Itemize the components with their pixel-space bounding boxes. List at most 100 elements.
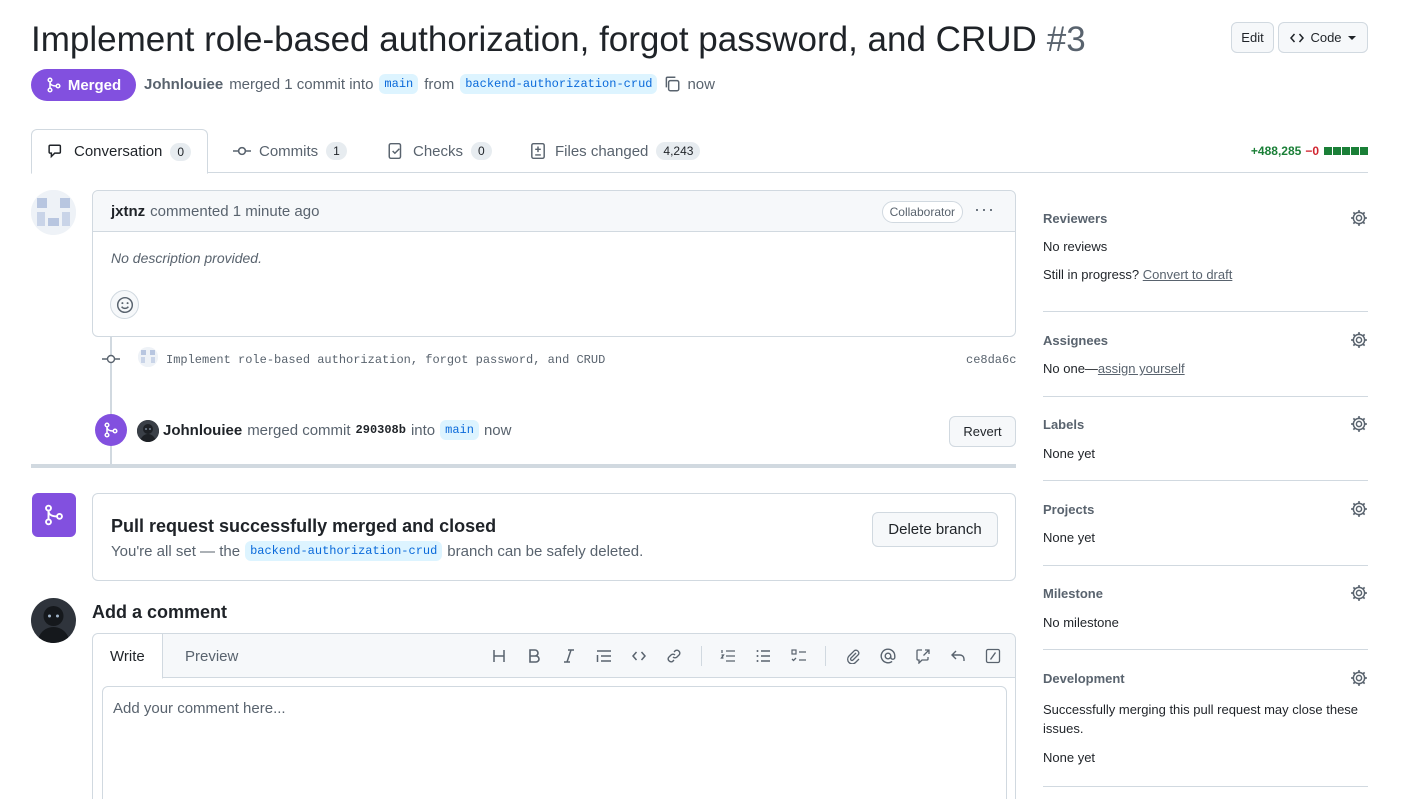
merge-status-title: Pull request successfully merged and clo… [111, 516, 497, 536]
avatar[interactable] [31, 190, 76, 235]
code-button[interactable]: Code [1278, 22, 1368, 53]
commit-icon [233, 146, 251, 156]
italic-icon[interactable] [557, 644, 581, 668]
tab-files-changed[interactable]: Files changed 4,243 [513, 129, 716, 173]
diffstat-bar [1323, 144, 1368, 158]
task-list-icon[interactable] [787, 644, 811, 668]
projects-heading[interactable]: Projects [1043, 502, 1368, 517]
add-reaction-button[interactable] [110, 290, 139, 319]
tab-checks[interactable]: Checks 0 [371, 129, 508, 173]
heading-icon[interactable] [487, 644, 511, 668]
gear-icon[interactable] [1350, 669, 1368, 687]
sidebar-labels: Labels None yet [1043, 415, 1368, 467]
commit-sha[interactable]: ce8da6c [966, 353, 1016, 367]
tab-preview[interactable]: Preview [168, 634, 255, 678]
bullet-list-icon[interactable] [751, 644, 775, 668]
comment-textarea[interactable]: Add your comment here... [102, 686, 1007, 799]
revert-button[interactable]: Revert [949, 416, 1016, 447]
tab-write[interactable]: Write [93, 634, 163, 679]
bold-icon[interactable] [522, 644, 546, 668]
reviewers-heading[interactable]: Reviewers [1043, 211, 1368, 226]
gear-icon[interactable] [1350, 500, 1368, 518]
timeline-divider [31, 464, 1016, 468]
merge-icon [47, 77, 61, 93]
copy-icon[interactable] [663, 75, 681, 93]
kebab-menu-icon[interactable]: ··· [974, 199, 995, 220]
comment-editor: Write Preview Add your comment here... [92, 633, 1016, 799]
link-icon[interactable] [662, 644, 686, 668]
delete-branch-button[interactable]: Delete branch [872, 512, 998, 547]
slash-command-icon[interactable] [981, 644, 1005, 668]
merge-icon [104, 422, 118, 438]
commit-author-avatar[interactable] [138, 347, 158, 367]
reviewers-value: No reviews [1043, 239, 1108, 254]
deletable-branch[interactable]: backend-authorization-crud [245, 541, 443, 561]
merge-target-branch[interactable]: main [440, 420, 479, 440]
milestone-value: No milestone [1043, 615, 1119, 630]
comment-author[interactable]: jxtnz [111, 203, 145, 220]
convert-to-draft-link[interactable]: Convert to draft [1143, 267, 1233, 282]
gear-icon[interactable] [1350, 584, 1368, 602]
comment-meta[interactable]: commented 1 minute ago [150, 203, 319, 220]
sidebar-divider [1043, 565, 1368, 566]
toolbar-divider [825, 646, 826, 666]
tab-conversation[interactable]: Conversation 0 [31, 129, 209, 174]
numbered-list-icon[interactable] [716, 644, 740, 668]
gear-icon[interactable] [1350, 209, 1368, 227]
base-branch[interactable]: main [379, 74, 419, 94]
sidebar-assignees: Assignees No one—assign yourself [1043, 331, 1368, 383]
page-title: Implement role-based authorization, forg… [31, 18, 1086, 62]
sidebar-development: Development Successfully merging this pu… [1043, 669, 1368, 771]
tab-commits[interactable]: Commits 1 [217, 129, 363, 173]
toolbar-divider [701, 646, 702, 666]
pr-number: #3 [1046, 20, 1086, 59]
development-heading[interactable]: Development [1043, 671, 1368, 686]
merge-summary: Johnlouiee merged 1 commit into main fro… [144, 74, 715, 94]
current-user-avatar[interactable] [31, 598, 76, 643]
head-branch[interactable]: backend-authorization-crud [460, 74, 658, 94]
commit-icon [102, 354, 120, 364]
author-link[interactable]: Johnlouiee [144, 76, 223, 93]
assignees-heading[interactable]: Assignees [1043, 333, 1368, 348]
merger-link[interactable]: Johnlouiee [163, 422, 242, 439]
sidebar-milestone: Milestone No milestone [1043, 584, 1368, 636]
sidebar-divider [1043, 649, 1368, 650]
merge-event-text: Johnlouiee merged commit 290308b into ma… [163, 420, 512, 440]
merge-commit-sha[interactable]: 290308b [356, 423, 406, 437]
milestone-heading[interactable]: Milestone [1043, 586, 1368, 601]
file-diff-icon [531, 142, 545, 160]
comment-body: No description provided. [111, 250, 262, 266]
assign-yourself-link[interactable]: assign yourself [1098, 361, 1185, 376]
attach-icon[interactable] [841, 644, 865, 668]
chevron-down-icon [1347, 35, 1356, 40]
projects-value: None yet [1043, 530, 1096, 545]
role-badge: Collaborator [881, 201, 963, 223]
editor-toolbar: Write Preview [93, 634, 1015, 679]
merge-status-icon [32, 493, 76, 537]
checklist-icon [388, 142, 402, 160]
reply-icon[interactable] [946, 644, 970, 668]
merge-status-text: You're all set — the backend-authorizati… [111, 541, 644, 561]
mention-icon[interactable] [876, 644, 900, 668]
edit-button[interactable]: Edit [1231, 22, 1274, 53]
code-icon[interactable] [627, 644, 651, 668]
status-badge: Merged [31, 69, 136, 101]
assignees-value: No one— [1043, 361, 1098, 376]
smiley-icon [116, 296, 133, 313]
conversation-icon [48, 144, 62, 158]
sidebar-reviewers: Reviewers No reviews Still in progress? … [1043, 209, 1368, 291]
commit-message[interactable]: Implement role-based authorization, forg… [166, 353, 605, 367]
diffstat: +488,285 −0 [1251, 144, 1368, 158]
merger-avatar[interactable] [137, 420, 159, 442]
gear-icon[interactable] [1350, 331, 1368, 349]
labels-heading[interactable]: Labels [1043, 417, 1368, 432]
gear-icon[interactable] [1350, 415, 1368, 433]
quote-icon[interactable] [592, 644, 616, 668]
merge-event-badge [95, 414, 127, 446]
development-text: Successfully merging this pull request m… [1043, 702, 1359, 736]
add-comment-title: Add a comment [92, 602, 228, 622]
merge-icon [45, 504, 63, 526]
cross-reference-icon[interactable] [911, 644, 935, 668]
pr-title: Implement role-based authorization, forg… [31, 20, 1037, 59]
development-value: None yet [1043, 750, 1096, 765]
